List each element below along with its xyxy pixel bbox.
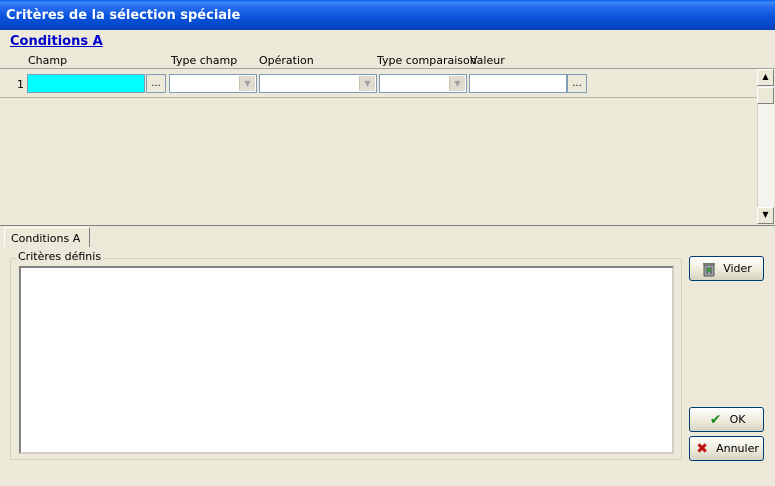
annuler-label: Annuler [716,442,759,455]
champ-field[interactable] [27,74,145,93]
champ-browse-button[interactable]: ... [146,74,166,93]
conditions-section-title[interactable]: Conditions A [10,34,103,49]
operation-select[interactable]: ▼ [259,74,377,93]
column-header-operation: Opération [259,54,314,67]
ok-label: OK [729,413,746,426]
annuler-button[interactable]: ✖ Annuler [689,436,764,461]
type-comparaison-select[interactable]: ▼ [379,74,467,93]
row-number: 1 [17,78,24,91]
window-title-bar[interactable]: Critères de la sélection spéciale [0,0,775,30]
chevron-down-icon[interactable]: ▼ [359,76,375,91]
window-title: Critères de la sélection spéciale [6,8,241,23]
check-icon: ✔ [709,411,722,428]
vider-button[interactable]: Vider [689,256,764,281]
chevron-down-icon[interactable]: ▼ [449,76,465,91]
column-header-type-champ: Type champ [171,54,238,67]
criteria-group-legend: Critères définis [16,250,104,263]
column-header-valeur: Valeur [470,54,505,67]
scroll-up-icon[interactable]: ▲ [757,69,774,86]
scrollbar-thumb[interactable] [757,87,774,104]
criteria-text-area[interactable] [19,266,674,454]
trash-icon [701,261,717,277]
type-champ-select[interactable]: ▼ [169,74,257,93]
scroll-down-icon[interactable]: ▼ [757,207,774,224]
chevron-down-icon[interactable]: ▼ [239,76,255,91]
valeur-browse-button[interactable]: ... [567,74,587,93]
tab-strip [0,225,775,247]
tab-conditions-a[interactable]: Conditions A [4,227,90,247]
x-icon: ✖ [696,440,708,457]
vider-label: Vider [723,262,752,275]
ok-button[interactable]: ✔ OK [689,407,764,432]
valeur-field[interactable] [469,74,567,93]
column-header-type-comparaison: Type comparaison [377,54,477,67]
column-header-champ: Champ [28,54,68,67]
